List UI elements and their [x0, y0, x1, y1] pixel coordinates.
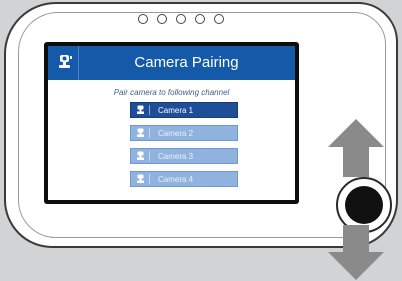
status-led-1: [138, 14, 148, 24]
camera-icon: [137, 128, 144, 137]
camera-2-button[interactable]: Camera 2: [130, 125, 238, 141]
camera-icon: [137, 151, 144, 160]
up-arrow-icon[interactable]: [326, 119, 386, 177]
camera-4-label: Camera 4: [158, 174, 194, 184]
status-leds: [138, 14, 224, 24]
camera-1-label: Camera 1: [158, 105, 194, 115]
camera-icon: [59, 55, 72, 68]
screen-header: Camera Pairing: [48, 46, 295, 80]
status-led-4: [195, 14, 205, 24]
status-led-2: [157, 14, 167, 24]
screen: Camera Pairing Pair camera to following …: [48, 46, 295, 200]
camera-3-label: Camera 3: [158, 151, 194, 161]
button-separator: [149, 128, 150, 138]
button-separator: [149, 151, 150, 161]
status-led-3: [176, 14, 186, 24]
status-led-5: [214, 14, 224, 24]
page-title: Camera Pairing: [134, 54, 239, 71]
camera-list: Camera 1 Camera 2 Camera 3 Camera 4: [130, 102, 238, 187]
screen-bezel: Camera Pairing Pair camera to following …: [44, 42, 299, 204]
camera-3-button[interactable]: Camera 3: [130, 148, 238, 164]
camera-icon: [137, 174, 144, 183]
control-knob[interactable]: [345, 186, 383, 224]
camera-1-button[interactable]: Camera 1: [130, 102, 238, 118]
button-separator: [149, 105, 150, 115]
camera-icon: [137, 105, 144, 114]
camera-2-label: Camera 2: [158, 128, 194, 138]
down-arrow-icon[interactable]: [326, 225, 386, 280]
button-separator: [149, 174, 150, 184]
instruction-text: Pair camera to following channel: [113, 88, 230, 97]
camera-4-button[interactable]: Camera 4: [130, 171, 238, 187]
